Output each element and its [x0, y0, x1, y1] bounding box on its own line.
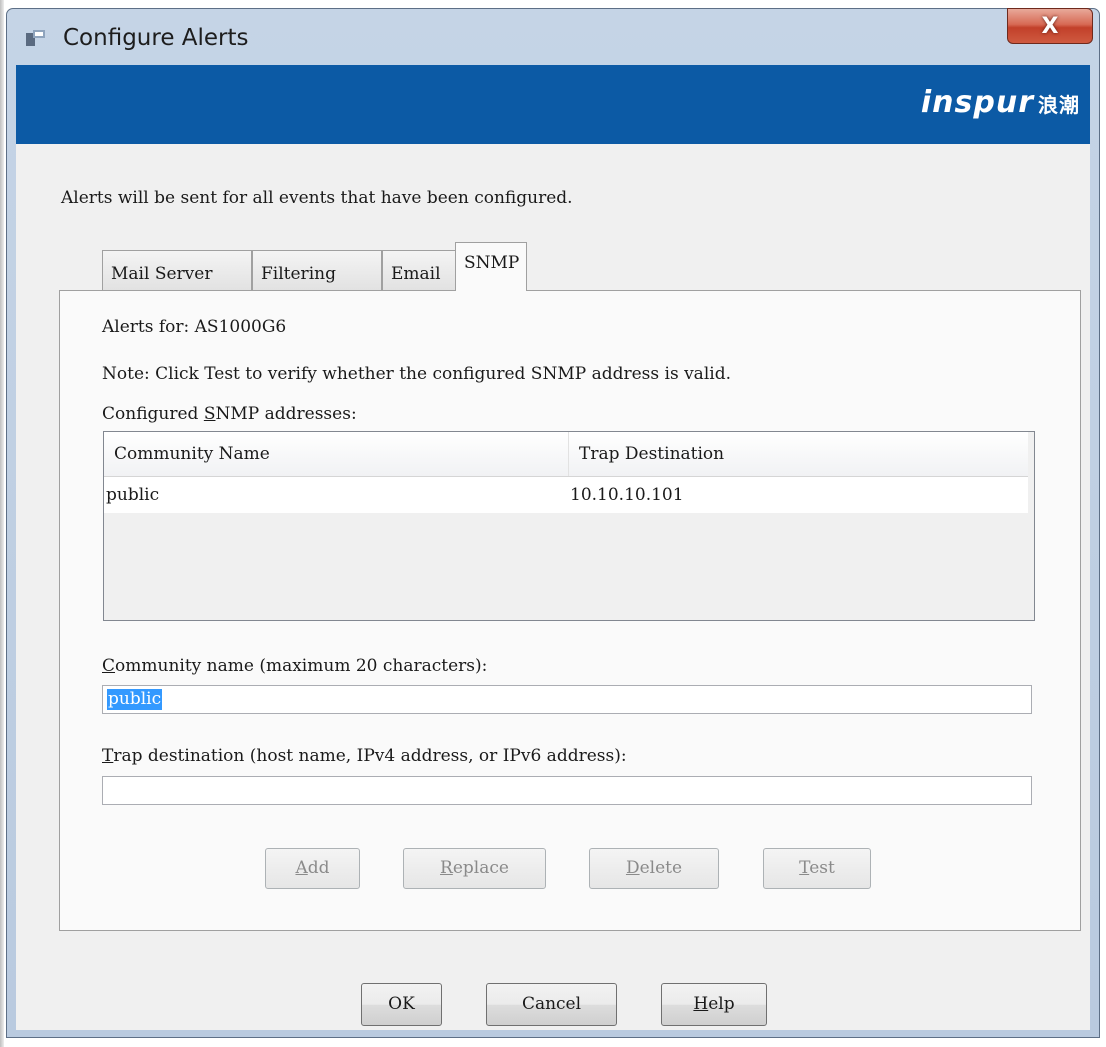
tab-mail-server[interactable]: Mail Server — [102, 250, 252, 290]
tab-snmp[interactable]: SNMP — [455, 242, 527, 291]
replace-button[interactable]: Replace — [403, 848, 546, 889]
column-header-trap-destination[interactable]: Trap Destination — [569, 432, 1028, 476]
community-name-input[interactable]: public — [102, 685, 1032, 714]
alerts-for-label: Alerts for: AS1000G6 — [102, 317, 287, 337]
trap-destination-label: Trap destination (host name, IPv4 addres… — [102, 746, 627, 766]
app-icon — [26, 30, 45, 46]
background-window-edge — [0, 0, 4, 1047]
ok-button[interactable]: OK — [361, 983, 442, 1026]
dialog-body: inspur 浪潮 Alerts will be sent for all eve… — [16, 65, 1090, 1030]
column-header-community-name[interactable]: Community Name — [104, 432, 569, 476]
table-header: Community Name Trap Destination — [104, 432, 1028, 477]
cell-trap-destination: 10.10.10.101 — [570, 485, 684, 505]
brand-banner: inspur 浪潮 — [16, 65, 1090, 144]
close-button[interactable]: X — [1007, 8, 1093, 44]
snmp-tab-panel: Alerts for: AS1000G6 Note: Click Test to… — [59, 290, 1081, 931]
community-name-value: public — [107, 689, 163, 710]
configured-addresses-label: Configured SNMP addresses: — [102, 404, 357, 424]
trap-destination-input[interactable] — [102, 776, 1032, 805]
tab-filtering[interactable]: Filtering — [252, 250, 382, 290]
community-name-label: Community name (maximum 20 characters): — [102, 656, 488, 676]
configure-alerts-dialog: Configure Alerts X inspur 浪潮 Alerts will … — [6, 8, 1100, 1038]
close-icon: X — [1041, 13, 1059, 39]
inspur-logo: inspur 浪潮 — [920, 85, 1080, 120]
title-bar[interactable]: Configure Alerts X — [7, 8, 1099, 65]
add-button[interactable]: Add — [265, 848, 360, 889]
table-row[interactable]: public 10.10.10.101 — [104, 477, 1028, 513]
cell-community-name: public — [106, 485, 160, 505]
intro-text: Alerts will be sent for all events that … — [61, 188, 573, 208]
window-title: Configure Alerts — [63, 25, 249, 51]
tab-email[interactable]: Email — [382, 250, 456, 290]
delete-button[interactable]: Delete — [589, 848, 719, 889]
note-text: Note: Click Test to verify whether the c… — [102, 364, 731, 384]
test-button[interactable]: Test — [763, 848, 871, 889]
help-button[interactable]: Help — [661, 983, 767, 1026]
snmp-addresses-table[interactable]: Community Name Trap Destination public 1… — [103, 431, 1035, 621]
cancel-button[interactable]: Cancel — [486, 983, 617, 1026]
